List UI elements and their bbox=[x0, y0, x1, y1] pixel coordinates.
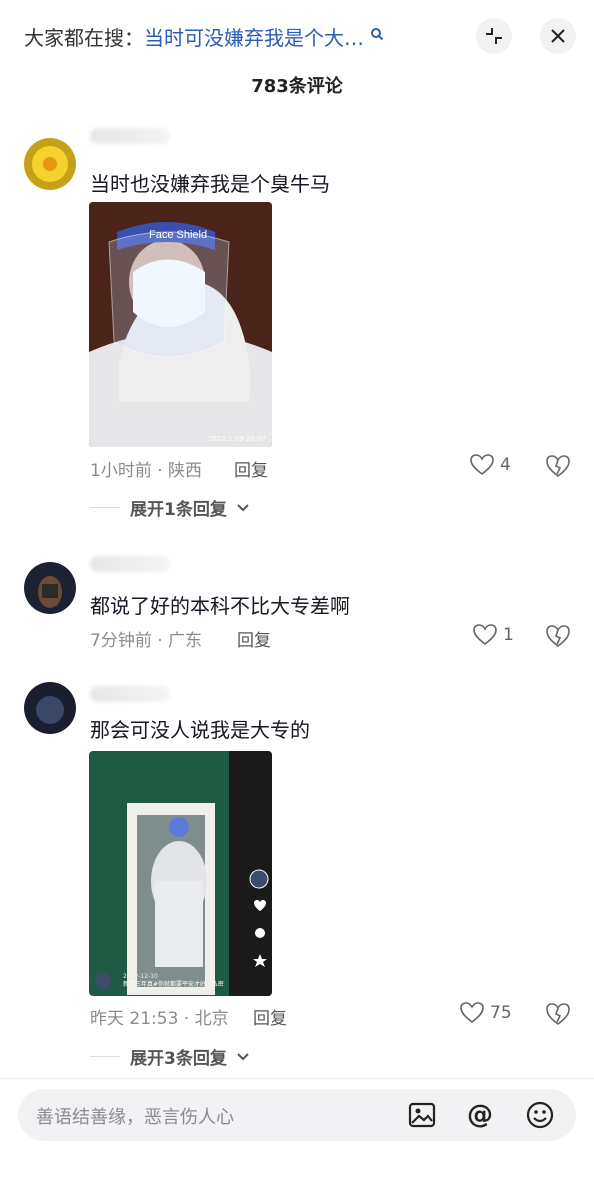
username[interactable] bbox=[90, 556, 170, 572]
avatar[interactable] bbox=[24, 138, 76, 190]
avatar[interactable] bbox=[24, 562, 76, 614]
expand-label: 展开3条回复 bbox=[130, 1049, 227, 1069]
search-suggestion[interactable]: 大家都在搜：当时可没嫌弃我是个大… bbox=[24, 22, 384, 51]
heart-icon bbox=[470, 454, 494, 476]
search-prefix: 大家都在搜： bbox=[24, 26, 144, 50]
like-button[interactable]: 1 bbox=[473, 624, 514, 646]
mention-icon[interactable]: @ bbox=[464, 1099, 496, 1131]
like-count: 4 bbox=[500, 455, 511, 475]
comment-text: 当时也没嫌弃我是个臭牛马 bbox=[90, 172, 330, 196]
close-icon bbox=[551, 29, 565, 43]
expand-replies[interactable]: 展开3条回复 bbox=[90, 1044, 249, 1069]
emoji-icon[interactable] bbox=[524, 1099, 556, 1131]
close-button[interactable] bbox=[540, 18, 576, 54]
collapse-icon bbox=[486, 28, 502, 44]
collapse-button[interactable] bbox=[476, 18, 512, 54]
svg-text:@: @ bbox=[467, 1100, 493, 1130]
username[interactable] bbox=[90, 128, 170, 144]
reply-button[interactable]: 回复 bbox=[237, 626, 271, 651]
comment-text: 都说了好的本科不比大专差啊 bbox=[90, 594, 350, 618]
chevron-down-icon bbox=[237, 1052, 249, 1060]
chevron-down-icon bbox=[237, 503, 249, 511]
top-bar: 大家都在搜：当时可没嫌弃我是个大… bbox=[0, 0, 594, 72]
dislike-icon[interactable] bbox=[545, 1002, 571, 1026]
image-timestamp: 2022.1.19 20:07 bbox=[207, 435, 266, 443]
like-count: 75 bbox=[490, 1003, 512, 1023]
search-query[interactable]: 当时可没嫌弃我是个大… bbox=[144, 26, 364, 50]
reply-button[interactable]: 回复 bbox=[253, 1004, 287, 1029]
comment-image[interactable]: 2022-12-10 新了三年真#你就都要平安才好 · 私密 bbox=[89, 751, 272, 996]
search-icon bbox=[371, 28, 384, 41]
heart-icon bbox=[473, 624, 497, 646]
comment-meta: 1小时前 · 陕西 bbox=[90, 461, 203, 481]
comment-count: 783条评论 bbox=[251, 76, 343, 97]
divider bbox=[90, 1056, 120, 1057]
comment-image[interactable]: Face Shield 2022.1.19 20:07 bbox=[89, 202, 272, 447]
like-count: 1 bbox=[503, 625, 514, 645]
like-button[interactable]: 75 bbox=[460, 1002, 512, 1024]
dislike-icon[interactable] bbox=[545, 624, 571, 648]
expand-replies[interactable]: 展开1条回复 bbox=[90, 495, 249, 520]
heart-icon bbox=[460, 1002, 484, 1024]
input-placeholder: 善语结善缘，恶言伤人心 bbox=[36, 1107, 234, 1128]
comment-input-bar: 善语结善缘，恶言伤人心 @ bbox=[0, 1078, 594, 1200]
image-caption: 新了三年真#你就都要平安才好 · 私密 bbox=[123, 981, 224, 988]
image-icon[interactable] bbox=[406, 1099, 438, 1131]
divider bbox=[90, 507, 120, 508]
expand-label: 展开1条回复 bbox=[130, 500, 227, 520]
dislike-icon[interactable] bbox=[545, 454, 571, 478]
comment-text: 那会可没人说我是大专的 bbox=[90, 718, 310, 742]
username[interactable] bbox=[90, 686, 170, 702]
comment-input[interactable]: 善语结善缘，恶言伤人心 @ bbox=[18, 1089, 576, 1141]
comment-meta: 昨天 21:53 · 北京 bbox=[90, 1009, 229, 1029]
svg-text:Face Shield: Face Shield bbox=[149, 229, 207, 241]
comment-meta: 7分钟前 · 广东 bbox=[90, 631, 203, 651]
reply-button[interactable]: 回复 bbox=[234, 456, 268, 481]
avatar[interactable] bbox=[24, 682, 76, 734]
like-button[interactable]: 4 bbox=[470, 454, 511, 476]
